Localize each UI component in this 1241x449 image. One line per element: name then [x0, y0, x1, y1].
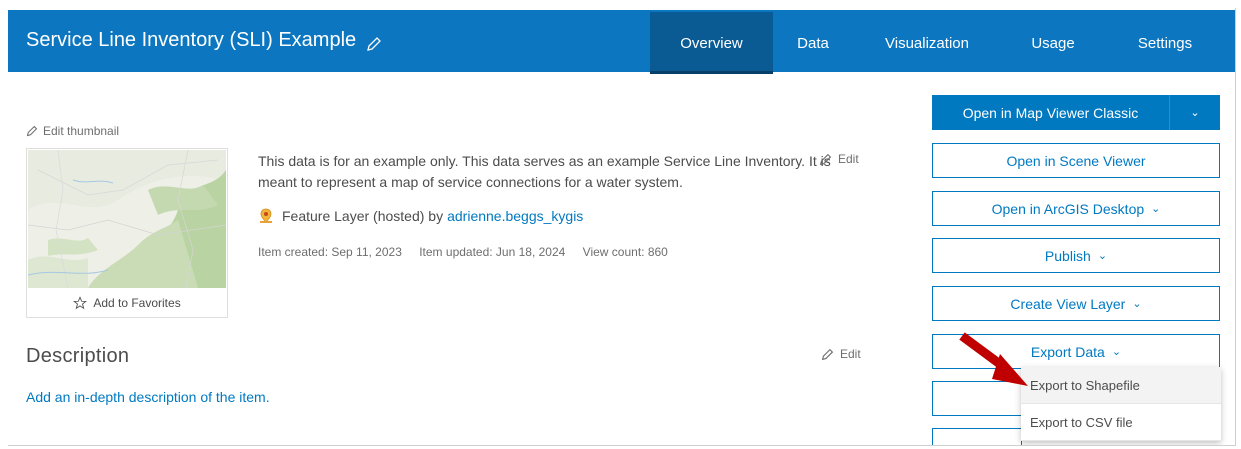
header-bar: Service Line Inventory (SLI) Example Ove… — [8, 10, 1235, 74]
owner-link[interactable]: adrienne.beggs_kygis — [447, 208, 583, 224]
tab-overview[interactable]: Overview — [650, 12, 773, 74]
edit-summary-link[interactable]: Edit — [819, 152, 859, 166]
open-arcgis-desktop-button[interactable]: Open in ArcGIS Desktop ⌄ — [932, 191, 1220, 226]
pencil-icon — [821, 348, 834, 360]
edit-description-link[interactable]: Edit — [821, 347, 861, 361]
edit-thumbnail-label: Edit thumbnail — [43, 124, 120, 138]
thumbnail-card: Add to Favorites — [26, 148, 228, 318]
export-data-menu: Export to Shapefile Export to CSV file — [1021, 367, 1221, 441]
edit-description-label: Edit — [840, 347, 861, 361]
add-to-favorites-button[interactable]: Add to Favorites — [27, 289, 227, 316]
item-title: Service Line Inventory (SLI) Example — [26, 29, 357, 51]
add-description-link[interactable]: Add an in-depth description of the item. — [26, 389, 270, 405]
export-to-shapefile-option[interactable]: Export to Shapefile — [1021, 367, 1221, 404]
tab-data[interactable]: Data — [778, 12, 848, 74]
thumbnail-map-image — [28, 150, 226, 288]
tab-visualization[interactable]: Visualization — [872, 12, 982, 74]
open-scene-viewer-button[interactable]: Open in Scene Viewer — [932, 143, 1220, 178]
create-view-layer-button[interactable]: Create View Layer ⌄ — [932, 286, 1220, 321]
edit-thumbnail-link[interactable]: Edit thumbnail — [26, 124, 119, 138]
chevron-down-icon: ⌄ — [1111, 346, 1122, 358]
open-map-viewer-label[interactable]: Open in Map Viewer Classic — [932, 95, 1169, 130]
item-type-line: Feature Layer (hosted) by adrienne.beggs… — [258, 208, 583, 224]
chevron-down-icon: ⌄ — [1151, 203, 1161, 215]
star-icon — [73, 295, 88, 309]
hidden-action-button[interactable] — [932, 428, 1022, 445]
publish-label: Publish — [1044, 247, 1091, 264]
publish-button[interactable]: Publish ⌄ — [932, 238, 1220, 273]
chevron-down-icon: ⌄ — [1132, 298, 1142, 310]
item-summary: This data is for an example only. This d… — [258, 153, 831, 190]
export-to-csv-option[interactable]: Export to CSV file — [1021, 404, 1221, 441]
item-type-label: Feature Layer (hosted) by — [282, 208, 444, 224]
edit-title-pencil-icon[interactable] — [366, 36, 382, 52]
pencil-icon — [819, 153, 832, 165]
open-map-viewer-button[interactable]: Open in Map Viewer Classic ⌄ — [932, 95, 1220, 130]
description-heading: Description — [26, 345, 130, 367]
chevron-down-icon[interactable]: ⌄ — [1169, 95, 1220, 130]
item-updated: Item updated: Jun 18, 2024 — [419, 245, 566, 259]
tab-usage[interactable]: Usage — [1013, 12, 1093, 74]
export-data-label: Export Data — [1030, 343, 1105, 360]
pencil-icon — [26, 125, 38, 137]
item-page: Service Line Inventory (SLI) Example Ove… — [8, 8, 1236, 446]
add-to-favorites-label: Add to Favorites — [93, 295, 181, 310]
create-view-layer-label: Create View Layer — [1010, 295, 1126, 312]
feature-layer-icon — [260, 208, 272, 223]
tab-settings[interactable]: Settings — [1120, 12, 1210, 74]
annotation-arrow-icon — [959, 332, 1028, 386]
item-meta: Item created: Sep 11, 2023 Item updated:… — [258, 245, 682, 259]
edit-summary-label: Edit — [838, 152, 859, 166]
open-scene-viewer-label: Open in Scene Viewer — [1006, 152, 1146, 169]
chevron-down-icon: ⌄ — [1097, 250, 1108, 262]
view-count: View count: 860 — [582, 245, 668, 259]
item-created: Item created: Sep 11, 2023 — [258, 245, 402, 259]
open-arcgis-desktop-label: Open in ArcGIS Desktop — [991, 200, 1145, 217]
